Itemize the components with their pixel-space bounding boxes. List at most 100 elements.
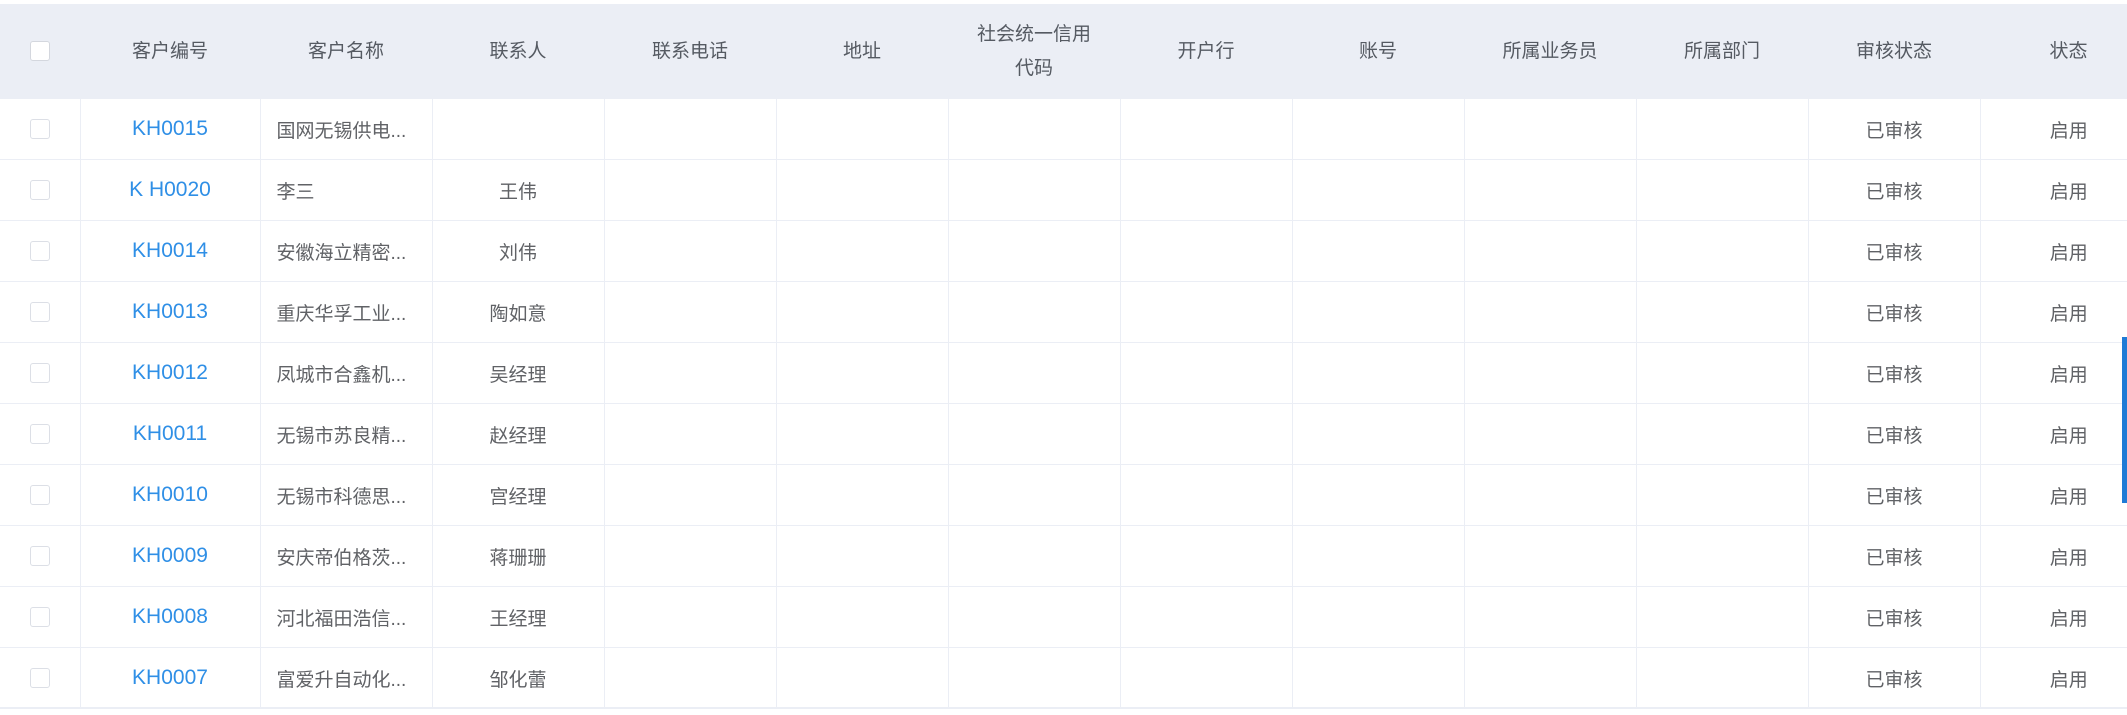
customer-code-link[interactable]: KH0011 <box>80 403 261 465</box>
customer-name-cell: 无锡市科德思... <box>260 464 433 526</box>
customer-name-cell: 凤城市合鑫机... <box>260 342 433 404</box>
row-select-cell[interactable] <box>0 525 81 587</box>
address-cell <box>776 159 949 221</box>
customer-code-link[interactable]: KH0014 <box>80 220 261 282</box>
customer-code-link[interactable]: KH0010 <box>80 464 261 526</box>
phone-cell <box>604 464 777 526</box>
customer-code-link[interactable]: KH0008 <box>80 586 261 648</box>
address-cell <box>776 647 949 709</box>
customer-name-cell: 无锡市苏良精... <box>260 403 433 465</box>
header-customer-name: 客户名称 <box>260 4 432 99</box>
row-checkbox[interactable] <box>29 118 50 139</box>
table-row[interactable]: KH0015 国网无锡供电... 已审核 启用 <box>0 99 2127 160</box>
audit-status-cell: 已审核 <box>1808 464 1981 526</box>
account-cell <box>1292 159 1465 221</box>
status-cell: 启用 <box>1980 403 2127 465</box>
contact-cell: 刘伟 <box>432 220 605 282</box>
contact-cell: 宫经理 <box>432 464 605 526</box>
bank-cell <box>1120 525 1293 587</box>
department-cell <box>1636 403 1809 465</box>
row-checkbox[interactable] <box>29 484 50 505</box>
phone-cell <box>604 220 777 282</box>
customer-code-link[interactable]: K H0020 <box>80 159 261 221</box>
header-bank: 开户行 <box>1120 4 1292 99</box>
audit-status-cell: 已审核 <box>1808 647 1981 709</box>
row-select-cell[interactable] <box>0 220 81 282</box>
row-select-cell[interactable] <box>0 586 81 648</box>
header-address: 地址 <box>776 4 948 99</box>
bank-cell <box>1120 220 1293 282</box>
table-row[interactable]: KH0008 河北福田浩信... 王经理 已审核 启用 <box>0 586 2127 648</box>
select-all-checkbox[interactable] <box>30 41 50 62</box>
row-select-cell[interactable] <box>0 647 81 709</box>
header-status: 状态 <box>1980 4 2127 99</box>
department-cell <box>1636 464 1809 526</box>
account-cell <box>1292 647 1465 709</box>
row-checkbox[interactable] <box>29 606 50 627</box>
bank-cell <box>1120 159 1293 221</box>
table-row[interactable]: KH0014 安徽海立精密... 刘伟 已审核 启用 <box>0 220 2127 282</box>
department-cell <box>1636 647 1809 709</box>
status-cell: 启用 <box>1980 647 2127 709</box>
phone-cell <box>604 99 777 160</box>
row-select-cell[interactable] <box>0 281 81 343</box>
salesman-cell <box>1464 281 1637 343</box>
account-cell <box>1292 403 1465 465</box>
customer-name-cell: 河北福田浩信... <box>260 586 433 648</box>
audit-status-cell: 已审核 <box>1808 281 1981 343</box>
contact-cell: 赵经理 <box>432 403 605 465</box>
row-select-cell[interactable] <box>0 464 81 526</box>
contact-cell: 王经理 <box>432 586 605 648</box>
row-checkbox[interactable] <box>29 423 50 444</box>
table-row[interactable]: KH0010 无锡市科德思... 宫经理 已审核 启用 <box>0 464 2127 526</box>
table-row[interactable]: KH0011 无锡市苏良精... 赵经理 已审核 启用 <box>0 403 2127 465</box>
salesman-cell <box>1464 159 1637 221</box>
row-checkbox[interactable] <box>29 362 50 383</box>
scrollbar-thumb[interactable] <box>2122 337 2127 503</box>
row-select-cell[interactable] <box>0 342 81 404</box>
status-cell: 启用 <box>1980 586 2127 648</box>
customer-code-link[interactable]: KH0007 <box>80 647 261 709</box>
row-checkbox[interactable] <box>29 240 50 261</box>
header-credit-code-label: 社会统一信用代码 <box>976 23 1091 79</box>
customer-code-link[interactable]: KH0012 <box>80 342 261 404</box>
status-cell: 启用 <box>1980 159 2127 221</box>
header-select-all[interactable] <box>0 4 80 99</box>
address-cell <box>776 464 949 526</box>
table-row[interactable]: KH0007 富爱升自动化... 邹化蕾 已审核 启用 <box>0 647 2127 709</box>
customer-name-cell: 重庆华孚工业... <box>260 281 433 343</box>
table-row[interactable]: KH0013 重庆华孚工业... 陶如意 已审核 启用 <box>0 281 2127 343</box>
customer-table-container: 客户编号 客户名称 联系人 联系电话 地址 社会统一信用代码 开户行 账号 所属… <box>0 4 2127 709</box>
account-cell <box>1292 342 1465 404</box>
customer-name-cell: 国网无锡供电... <box>260 99 433 160</box>
row-select-cell[interactable] <box>0 99 81 160</box>
row-select-cell[interactable] <box>0 159 81 221</box>
table-row[interactable]: K H0020 李三 王伟 已审核 启用 <box>0 159 2127 221</box>
row-checkbox[interactable] <box>29 301 50 322</box>
table-row[interactable]: KH0009 安庆帝伯格茨... 蒋珊珊 已审核 启用 <box>0 525 2127 587</box>
phone-cell <box>604 281 777 343</box>
header-audit-status: 审核状态 <box>1808 4 1980 99</box>
phone-cell <box>604 403 777 465</box>
credit-code-cell <box>948 647 1121 709</box>
salesman-cell <box>1464 647 1637 709</box>
row-select-cell[interactable] <box>0 403 81 465</box>
address-cell <box>776 586 949 648</box>
customer-code-link[interactable]: KH0013 <box>80 281 261 343</box>
status-cell: 启用 <box>1980 281 2127 343</box>
customer-code-link[interactable]: KH0009 <box>80 525 261 587</box>
table-row[interactable]: KH0012 凤城市合鑫机... 吴经理 已审核 启用 <box>0 342 2127 404</box>
salesman-cell <box>1464 220 1637 282</box>
credit-code-cell <box>948 403 1121 465</box>
row-checkbox[interactable] <box>29 667 50 688</box>
credit-code-cell <box>948 525 1121 587</box>
audit-status-cell: 已审核 <box>1808 159 1981 221</box>
department-cell <box>1636 586 1809 648</box>
phone-cell <box>604 647 777 709</box>
address-cell <box>776 403 949 465</box>
contact-cell: 蒋珊珊 <box>432 525 605 587</box>
row-checkbox[interactable] <box>29 179 50 200</box>
row-checkbox[interactable] <box>29 545 50 566</box>
customer-code-link[interactable]: KH0015 <box>80 99 261 160</box>
header-phone: 联系电话 <box>604 4 776 99</box>
